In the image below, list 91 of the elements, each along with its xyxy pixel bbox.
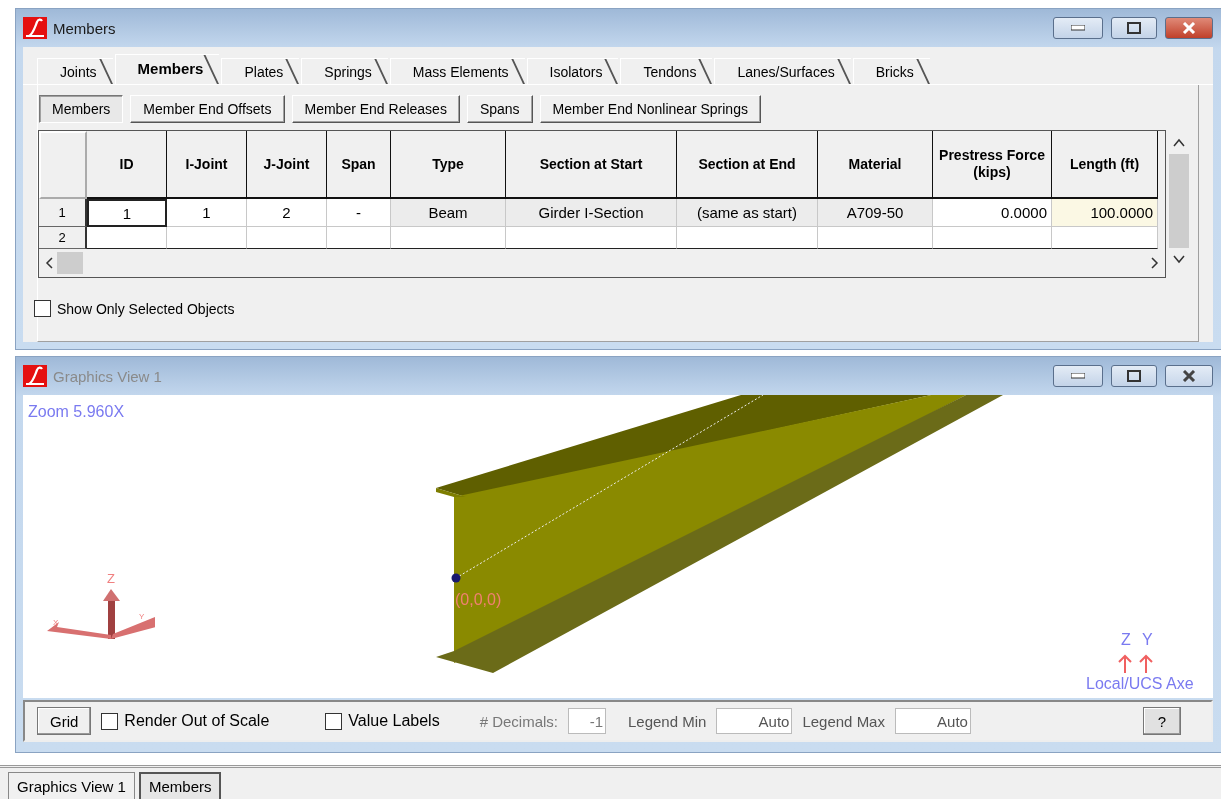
column-header: Span xyxy=(327,131,391,199)
table-cell[interactable]: Girder I-Section xyxy=(506,199,677,227)
subtab-button[interactable]: Member End Offsets xyxy=(130,95,285,123)
column-header: Length (ft) xyxy=(1052,131,1158,199)
close-icon xyxy=(1182,370,1196,382)
help-button[interactable]: ? xyxy=(1143,707,1181,735)
local-axes-arrows-icon xyxy=(1118,653,1154,673)
maximize-button[interactable] xyxy=(1111,365,1157,387)
column-header: Section at Start xyxy=(506,131,677,199)
legend-min-label: Legend Min xyxy=(628,712,707,730)
origin-label: (0,0,0) xyxy=(455,591,502,609)
subtab-button[interactable]: Members xyxy=(39,95,124,123)
minimize-icon xyxy=(1071,25,1085,31)
axis-label: X xyxy=(53,618,59,627)
checkbox-label: Render Out of Scale xyxy=(124,712,270,730)
window-title: Graphics View 1 xyxy=(53,367,162,385)
scroll-right-icon[interactable] xyxy=(1151,257,1159,269)
table-cell[interactable]: 0.0000 xyxy=(933,199,1052,227)
maximize-icon xyxy=(1127,370,1141,382)
scrollbar-thumb[interactable] xyxy=(57,252,83,274)
decimals-label: # Decimals: xyxy=(479,712,558,730)
table-cell[interactable]: Beam xyxy=(391,199,506,227)
grid-button[interactable]: Grid xyxy=(37,707,92,735)
close-button[interactable] xyxy=(1165,365,1213,387)
window-tab[interactable]: Graphics View 1 xyxy=(8,772,135,799)
legend-max-field[interactable]: Auto xyxy=(894,708,971,734)
minimize-button[interactable] xyxy=(1053,17,1103,39)
tab[interactable]: Bricks xyxy=(852,58,930,84)
column-header: ID xyxy=(87,131,167,199)
minimize-button[interactable] xyxy=(1053,365,1103,387)
app-logo-icon xyxy=(23,365,47,387)
zoom-label: Zoom 5.960X xyxy=(28,403,125,421)
close-button[interactable] xyxy=(1165,17,1213,39)
checkbox-label: Show Only Selected Objects xyxy=(57,300,235,317)
legend-min-field[interactable]: Auto xyxy=(716,708,793,734)
close-icon xyxy=(1182,22,1196,34)
table-cell[interactable]: (same as start) xyxy=(677,199,818,227)
axis-label: Z xyxy=(1121,631,1131,649)
column-header: Prestress Force (kips) xyxy=(933,131,1052,199)
tab[interactable]: Tendons xyxy=(620,58,713,84)
table-cell[interactable] xyxy=(327,227,391,249)
tab[interactable]: Members xyxy=(114,54,220,84)
column-header: Section at End xyxy=(677,131,818,199)
tab[interactable]: Joints xyxy=(37,58,113,84)
table-cell[interactable] xyxy=(818,227,933,249)
axis-label: Y xyxy=(139,612,145,621)
table-cell[interactable] xyxy=(933,227,1052,249)
app-logo-icon xyxy=(23,17,47,39)
table-cell[interactable]: - xyxy=(327,199,391,227)
tab[interactable]: Springs xyxy=(301,58,388,84)
column-header: J-Joint xyxy=(247,131,327,199)
origin-point-icon xyxy=(451,573,461,583)
table-cell[interactable] xyxy=(247,227,327,249)
subtab-button[interactable]: Spans xyxy=(466,95,533,123)
table-cell[interactable]: 1 xyxy=(167,199,247,227)
table-cell[interactable] xyxy=(1052,227,1158,249)
window-tab[interactable]: Members xyxy=(138,772,222,799)
table-cell[interactable]: 2 xyxy=(247,199,327,227)
table-cell[interactable] xyxy=(677,227,818,249)
column-header: I-Joint xyxy=(167,131,247,199)
table-cell[interactable]: 100.0000 xyxy=(1052,199,1158,227)
scroll-left-icon[interactable] xyxy=(45,257,53,269)
row-header: 1 xyxy=(39,199,87,227)
tab[interactable]: Mass Elements xyxy=(389,58,525,84)
axis-label: Y xyxy=(1142,631,1153,649)
checkbox[interactable] xyxy=(101,712,119,730)
table-cell[interactable] xyxy=(391,227,506,249)
table-cell[interactable]: 1 xyxy=(87,199,167,227)
tab[interactable]: Plates xyxy=(221,58,300,84)
column-header: Material xyxy=(818,131,933,199)
maximize-icon xyxy=(1127,22,1141,34)
table-cell[interactable] xyxy=(87,227,167,249)
maximize-button[interactable] xyxy=(1111,17,1157,39)
minimize-icon xyxy=(1071,373,1085,379)
tab[interactable]: Isolators xyxy=(526,58,619,84)
tab[interactable]: Lanes/Surfaces xyxy=(714,58,851,84)
scrollbar-thumb[interactable] xyxy=(1169,154,1189,248)
subtab-button[interactable]: Member End Nonlinear Springs xyxy=(539,95,761,123)
row-header: 2 xyxy=(39,227,87,249)
table-cell[interactable]: A709-50 xyxy=(818,199,933,227)
table-cell[interactable] xyxy=(506,227,677,249)
checkbox[interactable] xyxy=(325,712,343,730)
table-cell[interactable] xyxy=(167,227,247,249)
checkbox-label: Value Labels xyxy=(348,712,440,730)
column-header: Type xyxy=(391,131,506,199)
axis-label: Z xyxy=(107,571,115,586)
subtab-button[interactable]: Member End Releases xyxy=(291,95,460,123)
legend-max-label: Legend Max xyxy=(802,712,885,730)
local-axes-label: Local/UCS Axe xyxy=(1086,675,1194,693)
checkbox[interactable] xyxy=(34,300,51,317)
window-title: Members xyxy=(53,19,116,37)
